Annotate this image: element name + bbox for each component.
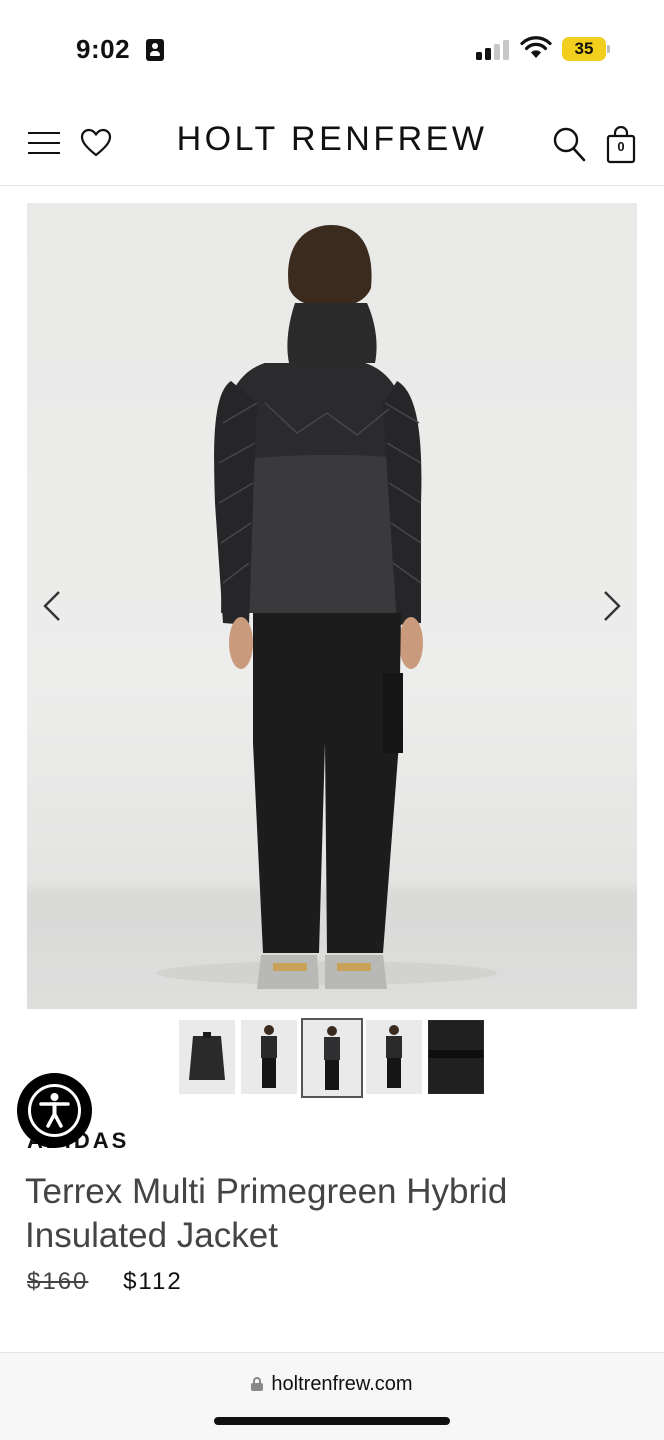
thumbnail-2[interactable]: [241, 1020, 297, 1094]
search-icon[interactable]: [552, 126, 586, 162]
site-header: HOLT RENFREW 0: [0, 100, 664, 186]
bag-count: 0: [617, 139, 625, 154]
thumbnail-3[interactable]: [301, 1018, 363, 1098]
price-row: $160 $112: [27, 1268, 183, 1296]
thumbnail-1[interactable]: [179, 1020, 235, 1094]
contact-card-icon: [146, 39, 164, 61]
product-photo: [157, 225, 497, 989]
price-original: $160: [27, 1268, 89, 1295]
shopping-bag-button[interactable]: 0: [606, 126, 636, 164]
wifi-icon: [520, 36, 552, 58]
lock-icon: [251, 1377, 264, 1391]
price-sale: $112: [123, 1268, 183, 1295]
url-text: holtrenfrew.com: [271, 1373, 413, 1395]
accessibility-icon: [28, 1084, 81, 1137]
battery-icon: 35: [562, 37, 606, 61]
thumbnail-5[interactable]: [428, 1020, 484, 1094]
thumbnail-4[interactable]: [366, 1020, 422, 1094]
cellular-signal-icon: [476, 38, 510, 60]
accessibility-button[interactable]: [17, 1073, 92, 1148]
chevron-right-icon[interactable]: [593, 588, 629, 624]
status-time: 9:02: [76, 34, 131, 64]
battery-tip: [607, 45, 610, 53]
product-image[interactable]: [27, 203, 637, 1009]
browser-url-bar[interactable]: holtrenfrew.com: [0, 1352, 664, 1440]
chevron-left-icon[interactable]: [35, 588, 71, 624]
product-name: Terrex Multi Primegreen Hybrid Insulated…: [25, 1172, 508, 1255]
status-bar: 9:02 35: [0, 0, 664, 100]
home-indicator[interactable]: [214, 1417, 450, 1425]
